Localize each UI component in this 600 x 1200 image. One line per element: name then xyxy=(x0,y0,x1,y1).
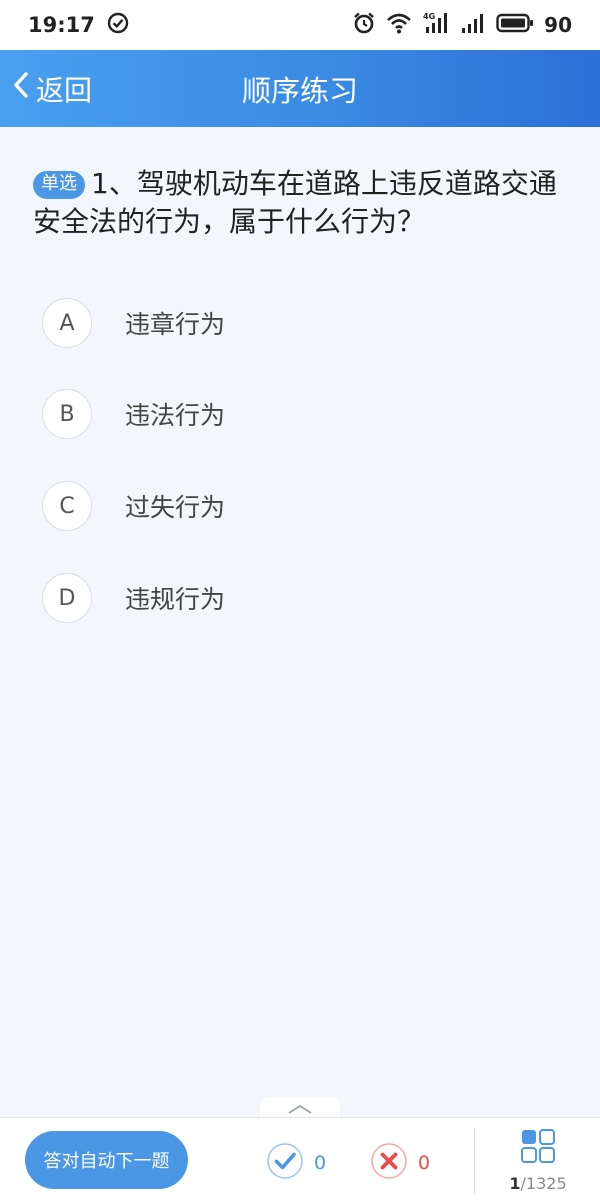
status-left: 19:17 xyxy=(28,12,129,39)
chevron-up-icon xyxy=(286,1100,314,1119)
bottom-divider xyxy=(474,1128,475,1194)
question-grid-button[interactable]: 1/1325 xyxy=(500,1128,576,1200)
wifi-icon xyxy=(386,12,412,39)
option-text-b: 违法行为 xyxy=(125,401,226,430)
option-letter-b: B xyxy=(42,389,92,439)
battery-icon xyxy=(496,13,534,38)
option-letter-c: C xyxy=(42,481,92,531)
app-bar: 返回 顺序练习 xyxy=(0,50,600,127)
option-b[interactable]: B 违法行为 xyxy=(42,389,562,439)
back-button[interactable]: 返回 xyxy=(10,50,92,127)
option-text-a: 违章行为 xyxy=(125,310,226,339)
question-stem: 单选 1、驾驶机动车在道路上违反道路交通安全法的行为，属于什么行为？ xyxy=(33,165,563,241)
status-bar: 19:17 4G 90 xyxy=(0,0,600,50)
bottom-bar: 答对自动下一题 0 0 1/1325 xyxy=(0,1117,600,1200)
back-label: 返回 xyxy=(36,73,93,107)
wrong-count: 0 xyxy=(418,1152,431,1174)
wrong-counter[interactable]: 0 xyxy=(370,1142,430,1184)
correct-counter[interactable]: 0 xyxy=(266,1142,326,1184)
option-text-d: 违规行为 xyxy=(125,585,226,614)
network-type-label: 4G xyxy=(423,12,435,21)
option-text-c: 过失行为 xyxy=(125,493,226,522)
signal-icon-2 xyxy=(460,12,486,39)
progress-total: /1325 xyxy=(520,1174,567,1193)
close-icon xyxy=(370,1142,408,1184)
battery-level: 90 xyxy=(544,13,572,37)
auto-next-button[interactable]: 答对自动下一题 xyxy=(25,1131,188,1189)
question-type-badge: 单选 xyxy=(33,171,85,199)
signal-icon: 4G xyxy=(422,11,450,40)
progress-current: 1 xyxy=(509,1174,521,1193)
option-c[interactable]: C 过失行为 xyxy=(42,481,562,531)
question-text: 1、驾驶机动车在道路上违反道路交通安全法的行为，属于什么行为？ xyxy=(33,167,557,238)
option-letter-d: D xyxy=(42,573,92,623)
option-d[interactable]: D 违规行为 xyxy=(42,573,562,623)
question-area: 单选 1、驾驶机动车在道路上违反道路交通安全法的行为，属于什么行为？ A 违章行为… xyxy=(0,127,600,1117)
correct-count: 0 xyxy=(314,1152,327,1174)
check-icon xyxy=(266,1142,304,1184)
option-letter-a: A xyxy=(42,298,92,348)
progress-indicator: 1/1325 xyxy=(509,1174,566,1193)
option-a[interactable]: A 违章行为 xyxy=(42,298,562,348)
alarm-icon xyxy=(352,11,376,40)
check-circle-icon xyxy=(107,12,129,39)
grid-icon xyxy=(520,1128,556,1168)
chevron-left-icon xyxy=(10,69,32,108)
status-right: 4G 90 xyxy=(352,11,572,40)
status-time: 19:17 xyxy=(28,13,95,37)
